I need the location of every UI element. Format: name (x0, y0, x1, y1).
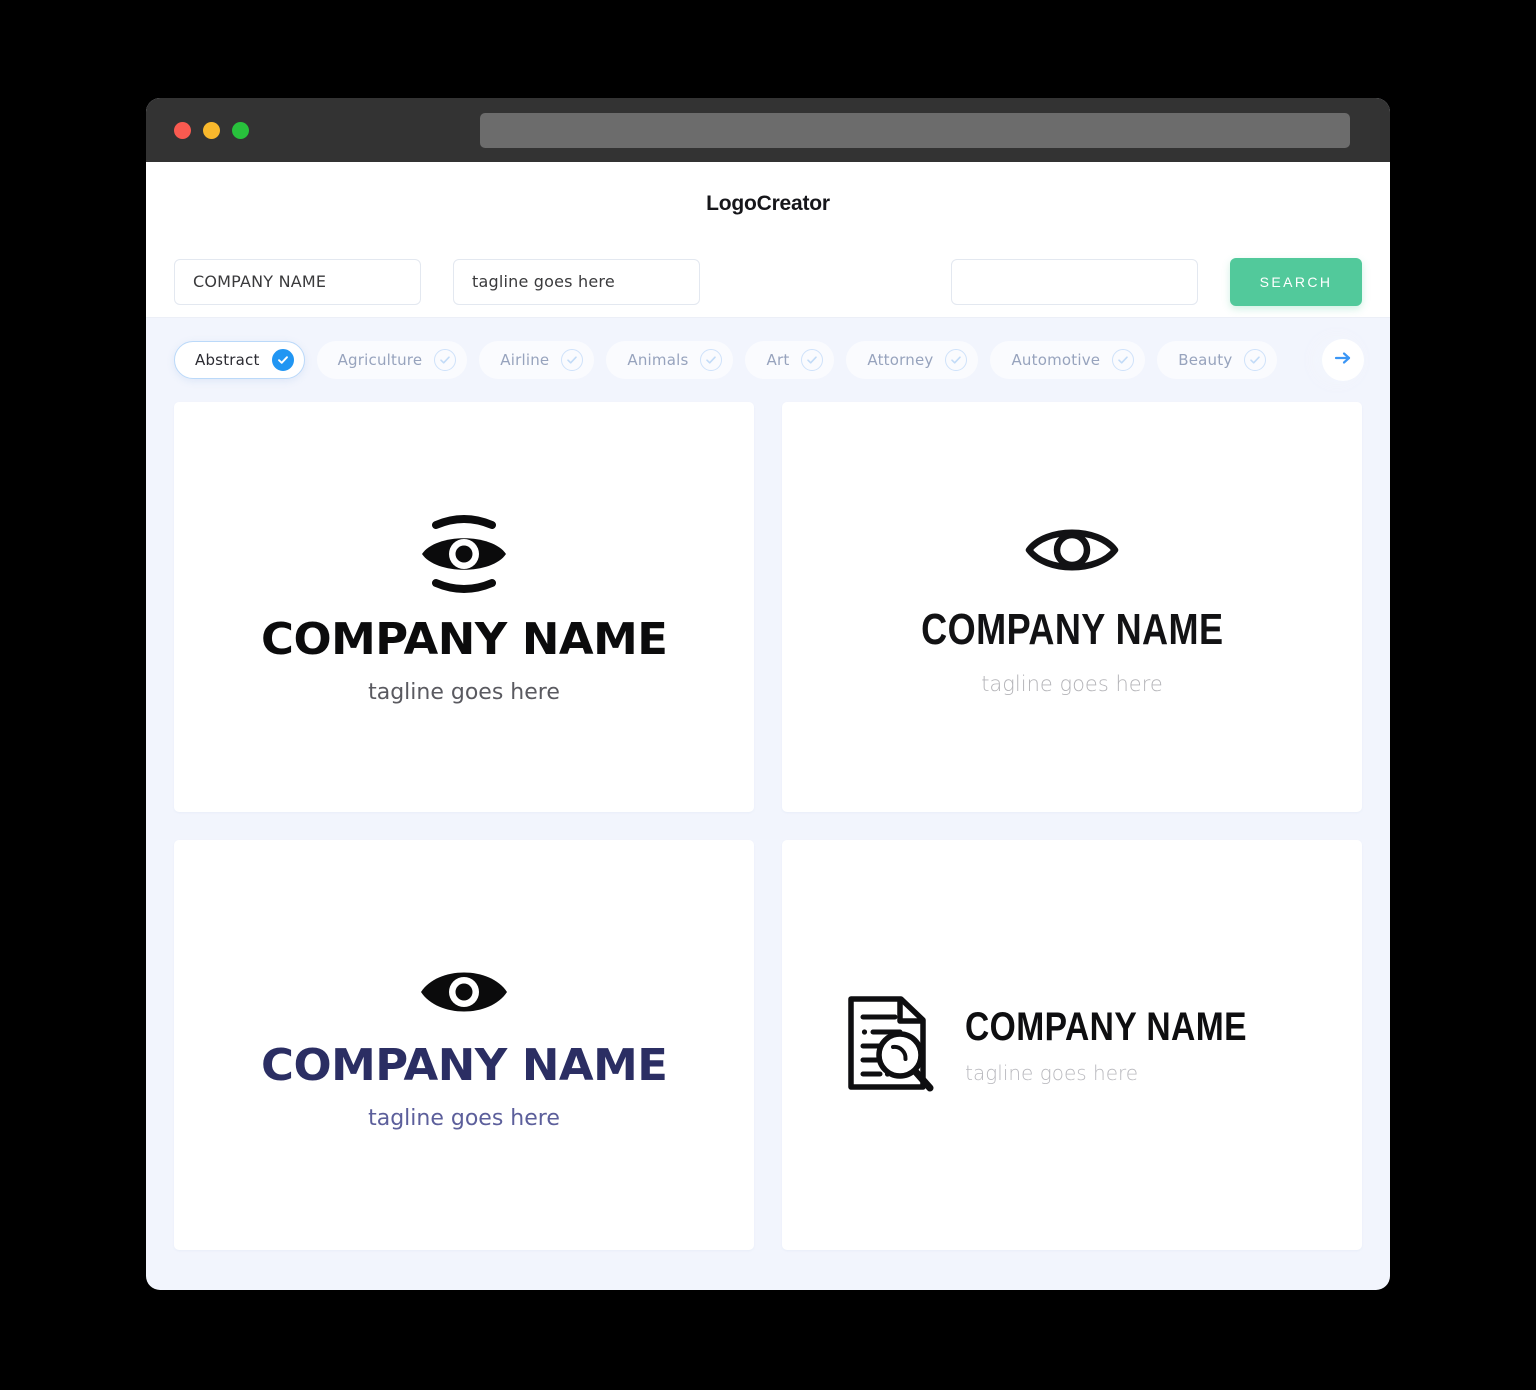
check-circle-icon (561, 349, 584, 371)
eye-filled-icon (265, 961, 663, 1028)
category-chip-label: Agriculture (337, 351, 423, 369)
logo-company-name: COMPANY NAME (965, 1005, 1248, 1049)
page-title: LogoCreator (706, 192, 830, 215)
tagline-input[interactable]: tagline goes here (453, 258, 700, 305)
logo-preview: COMPANY NAME tagline goes here (261, 961, 668, 1131)
check-circle-icon (271, 349, 294, 371)
category-chip-label: Automotive (1011, 351, 1101, 369)
logo-preview: COMPANY NAME tagline goes here (843, 993, 1301, 1098)
browser-window: LogoCreator COMPANY NAME tagline goes he… (146, 98, 1390, 1290)
logo-preview: COMPANY NAME tagline goes here (261, 511, 668, 705)
category-chip-label: Abstract (195, 351, 260, 369)
logo-card[interactable]: COMPANY NAME tagline goes here (174, 840, 754, 1250)
check-circle-icon (434, 349, 457, 371)
browser-url-bar[interactable] (480, 113, 1350, 148)
category-chip-label: Airline (500, 351, 550, 369)
category-chip-attorney[interactable]: Attorney (846, 341, 979, 379)
logo-preview: COMPANY NAME tagline goes here (888, 519, 1257, 695)
eye-filled-with-arcs-icon (265, 511, 663, 602)
category-chip-abstract[interactable]: Abstract (174, 341, 305, 379)
logo-card[interactable]: COMPANY NAME tagline goes here (174, 402, 754, 812)
category-chip-animals[interactable]: Animals (606, 341, 734, 379)
document-magnifier-icon (843, 993, 939, 1098)
check-circle-icon (945, 349, 968, 371)
category-chip-label: Attorney (867, 351, 934, 369)
logo-card[interactable]: COMPANY NAME tagline goes here (782, 402, 1362, 812)
category-chip-agriculture[interactable]: Agriculture (316, 341, 468, 379)
logo-text-block: COMPANY NAME tagline goes here (965, 1007, 1301, 1083)
logo-tagline: tagline goes here (965, 1061, 1139, 1085)
logo-card[interactable]: COMPANY NAME tagline goes here (782, 840, 1362, 1250)
logo-results-grid: COMPANY NAME tagline goes here COMPANY N… (146, 402, 1390, 1278)
browser-titlebar (146, 98, 1390, 162)
check-circle-icon (700, 349, 723, 371)
maximize-window-button[interactable] (232, 121, 249, 139)
logo-tagline: tagline goes here (368, 1105, 560, 1131)
category-chip-automotive[interactable]: Automotive (990, 341, 1146, 379)
category-chip-art[interactable]: Art (745, 341, 835, 379)
category-filter-bar: Abstract Agriculture Airline Animals Art (146, 318, 1390, 402)
eye-outline-icon (888, 519, 1257, 586)
company-name-input[interactable]: COMPANY NAME (174, 258, 421, 305)
category-chip-label: Art (766, 351, 790, 369)
check-circle-icon (1112, 349, 1135, 371)
app-header: LogoCreator (146, 162, 1390, 246)
category-chip-beauty[interactable]: Beauty (1157, 341, 1278, 379)
logo-company-name: COMPANY NAME (260, 1039, 668, 1091)
check-circle-icon (1244, 349, 1267, 371)
category-chip-airline[interactable]: Airline (479, 341, 595, 379)
logo-tagline: tagline goes here (368, 679, 560, 705)
close-window-button[interactable] (174, 121, 191, 139)
search-toolbar: COMPANY NAME tagline goes here SEARCH (146, 246, 1390, 318)
logo-tagline: tagline goes here (981, 672, 1163, 696)
categories-next-button[interactable] (1322, 339, 1364, 381)
minimize-window-button[interactable] (203, 121, 220, 139)
logo-company-name: COMPANY NAME (260, 613, 668, 665)
search-button[interactable]: SEARCH (1230, 257, 1362, 306)
keyword-input[interactable] (951, 258, 1198, 305)
check-circle-icon (801, 349, 824, 371)
category-chip-label: Beauty (1178, 351, 1233, 369)
window-controls (174, 121, 249, 139)
category-chip-label: Animals (627, 351, 689, 369)
logo-company-name: COMPANY NAME (920, 605, 1224, 654)
arrow-right-icon (1332, 347, 1354, 374)
